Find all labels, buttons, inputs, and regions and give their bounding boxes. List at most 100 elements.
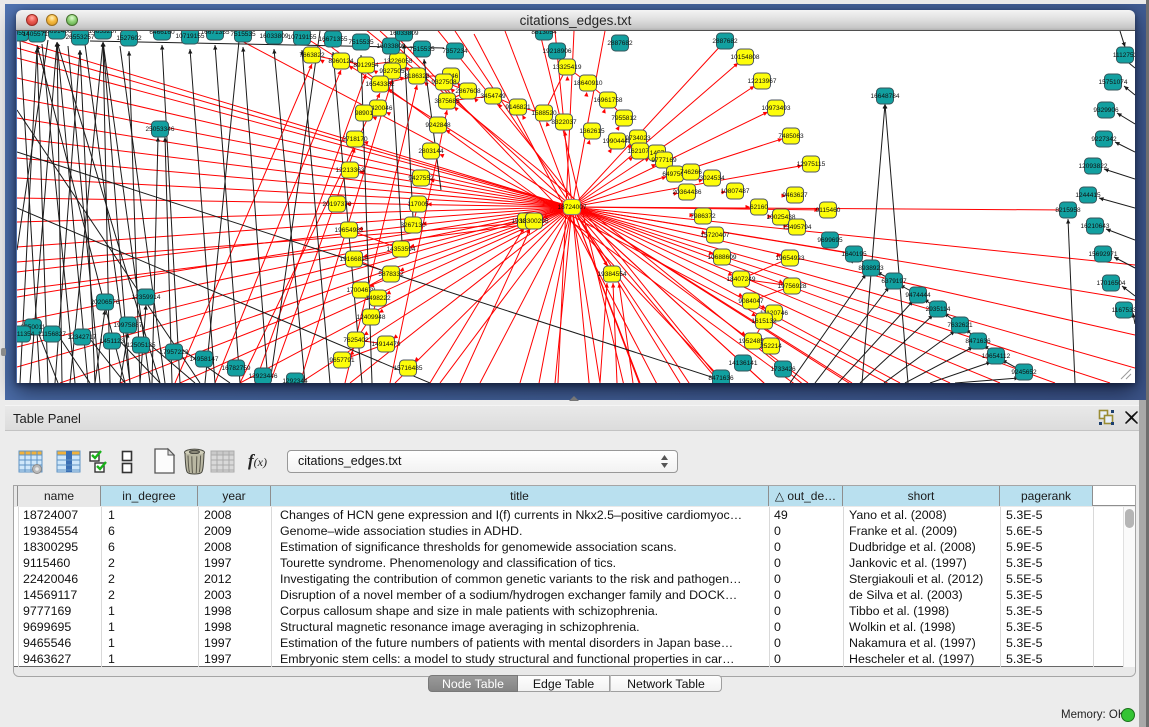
svg-text:10973493: 10973493 [762, 105, 791, 112]
svg-text:1527602: 1527602 [116, 35, 142, 42]
svg-text:19654923: 19654923 [776, 255, 805, 262]
svg-text:14353594: 14353594 [387, 246, 416, 253]
svg-text:16648784: 16648784 [871, 93, 900, 100]
svg-text:8938923: 8938923 [858, 265, 884, 272]
svg-text:13325419: 13325419 [553, 64, 582, 71]
svg-text:9463627: 9463627 [782, 192, 808, 199]
svg-text:1733426: 1733426 [770, 366, 796, 373]
svg-text:2935114: 2935114 [926, 306, 951, 313]
svg-text:13495794: 13495794 [783, 224, 812, 231]
svg-text:117005: 117005 [407, 201, 429, 208]
svg-text:12923446: 12923446 [249, 373, 278, 380]
svg-text:9699695: 9699695 [817, 237, 843, 244]
svg-text:19384554: 19384554 [598, 271, 627, 278]
svg-text:19975887: 19975887 [114, 322, 143, 329]
svg-text:9657791: 9657791 [329, 357, 355, 364]
svg-text:7515535: 7515535 [409, 46, 435, 53]
svg-text:1615132: 1615132 [751, 318, 777, 325]
svg-text:12213363: 12213363 [336, 167, 365, 174]
svg-text:12359914: 12359914 [132, 294, 161, 301]
svg-text:16033809: 16033809 [377, 43, 406, 50]
svg-text:16961758: 16961758 [594, 97, 623, 104]
svg-text:2803144: 2803144 [418, 148, 444, 155]
svg-text:18407249: 18407249 [727, 276, 756, 283]
svg-text:6379197: 6379197 [881, 278, 907, 285]
svg-text:3875685: 3875685 [434, 98, 460, 105]
svg-text:1112753: 1112753 [1113, 52, 1135, 59]
svg-text:16782759: 16782759 [222, 365, 251, 372]
svg-text:18300295: 18300295 [520, 218, 549, 225]
svg-text:62160: 62160 [750, 204, 768, 211]
svg-text:12505135: 12505135 [127, 342, 156, 349]
svg-text:1451123: 1451123 [100, 338, 125, 345]
svg-text:9327508: 9327508 [431, 79, 457, 86]
svg-text:19166825: 19166825 [340, 256, 369, 263]
svg-text:7485063: 7485063 [778, 133, 804, 140]
svg-text:9146821: 9146821 [505, 104, 531, 111]
svg-text:7357234: 7357234 [442, 48, 468, 55]
svg-text:5878332: 5878332 [378, 271, 404, 278]
svg-text:7625402: 7625402 [343, 337, 369, 344]
svg-text:7515535: 7515535 [230, 31, 256, 38]
svg-text:9474444: 9474444 [905, 292, 931, 299]
svg-text:15716485: 15716485 [394, 365, 423, 372]
svg-text:98901: 98901 [355, 110, 373, 117]
svg-text:18724007: 18724007 [558, 204, 587, 211]
svg-text:14958147: 14958147 [190, 356, 219, 363]
svg-text:17957223: 17957223 [160, 349, 189, 356]
svg-text:12342717: 12342717 [68, 334, 97, 341]
svg-text:8912954: 8912954 [353, 62, 379, 69]
svg-text:15692971: 15692971 [1089, 251, 1118, 258]
svg-text:1588520: 1588520 [531, 110, 557, 117]
svg-text:15751074: 15751074 [1099, 79, 1128, 86]
svg-text:1292344: 1292344 [282, 378, 308, 383]
svg-text:25053346: 25053346 [146, 126, 175, 133]
svg-text:8813054: 8813054 [531, 31, 557, 36]
svg-text:12093822: 12093822 [1079, 163, 1108, 170]
svg-text:10719155: 10719155 [288, 34, 317, 41]
svg-text:10807487: 10807487 [721, 188, 750, 195]
svg-text:2718170: 2718170 [342, 136, 368, 143]
svg-text:12975115: 12975115 [797, 161, 826, 168]
svg-text:16210643: 16210643 [1081, 223, 1110, 230]
svg-text:16033809: 16033809 [260, 33, 289, 40]
svg-text:252214: 252214 [760, 343, 782, 350]
svg-text:19218906: 19218906 [543, 48, 572, 55]
svg-text:19654982: 19654982 [335, 227, 364, 234]
svg-text:9245652: 9245652 [1011, 369, 1037, 376]
svg-text:7955812: 7955812 [611, 115, 637, 122]
svg-text:20197370: 20197370 [323, 201, 352, 208]
svg-text:10688609: 10688609 [708, 254, 737, 261]
svg-text:6466160: 6466160 [149, 31, 175, 36]
svg-text:7986372: 7986372 [690, 213, 716, 220]
svg-text:26553257: 26553257 [66, 34, 95, 41]
svg-text:16543382: 16543382 [366, 81, 395, 88]
svg-text:9084047: 9084047 [738, 298, 764, 305]
svg-text:9734023: 9734023 [625, 135, 651, 142]
svg-text:12213967: 12213967 [748, 78, 777, 85]
svg-text:2887682: 2887682 [607, 40, 633, 47]
svg-text:8186323: 8186323 [404, 73, 430, 80]
svg-text:9115460: 9115460 [816, 207, 841, 214]
svg-text:14914479: 14914479 [372, 341, 401, 348]
svg-text:8960124: 8960124 [328, 58, 354, 65]
svg-text:9242848: 9242848 [425, 122, 451, 129]
svg-text:8471636: 8471636 [965, 338, 991, 345]
svg-text:16671355: 16671355 [201, 31, 230, 36]
svg-text:1244415: 1244415 [1075, 192, 1101, 199]
svg-text:2867608: 2867608 [455, 88, 481, 95]
svg-text:15720407: 15720407 [701, 232, 730, 239]
svg-text:16033809: 16033809 [390, 31, 419, 37]
svg-text:1498222: 1498222 [365, 295, 391, 302]
svg-text:10654112: 10654112 [982, 353, 1011, 360]
svg-text:17016504: 17016504 [1097, 280, 1126, 287]
svg-text:7515535: 7515535 [348, 39, 374, 46]
svg-text:7663822: 7663822 [299, 52, 325, 59]
svg-text:18640910: 18640910 [574, 80, 603, 87]
svg-text:20364436: 20364436 [673, 189, 702, 196]
svg-text:3454749: 3454749 [480, 93, 506, 100]
svg-text:8471636: 8471636 [708, 375, 734, 382]
svg-text:9329906: 9329906 [1093, 107, 1119, 114]
svg-text:16671355: 16671355 [319, 36, 348, 43]
svg-text:7632621: 7632621 [947, 322, 973, 329]
